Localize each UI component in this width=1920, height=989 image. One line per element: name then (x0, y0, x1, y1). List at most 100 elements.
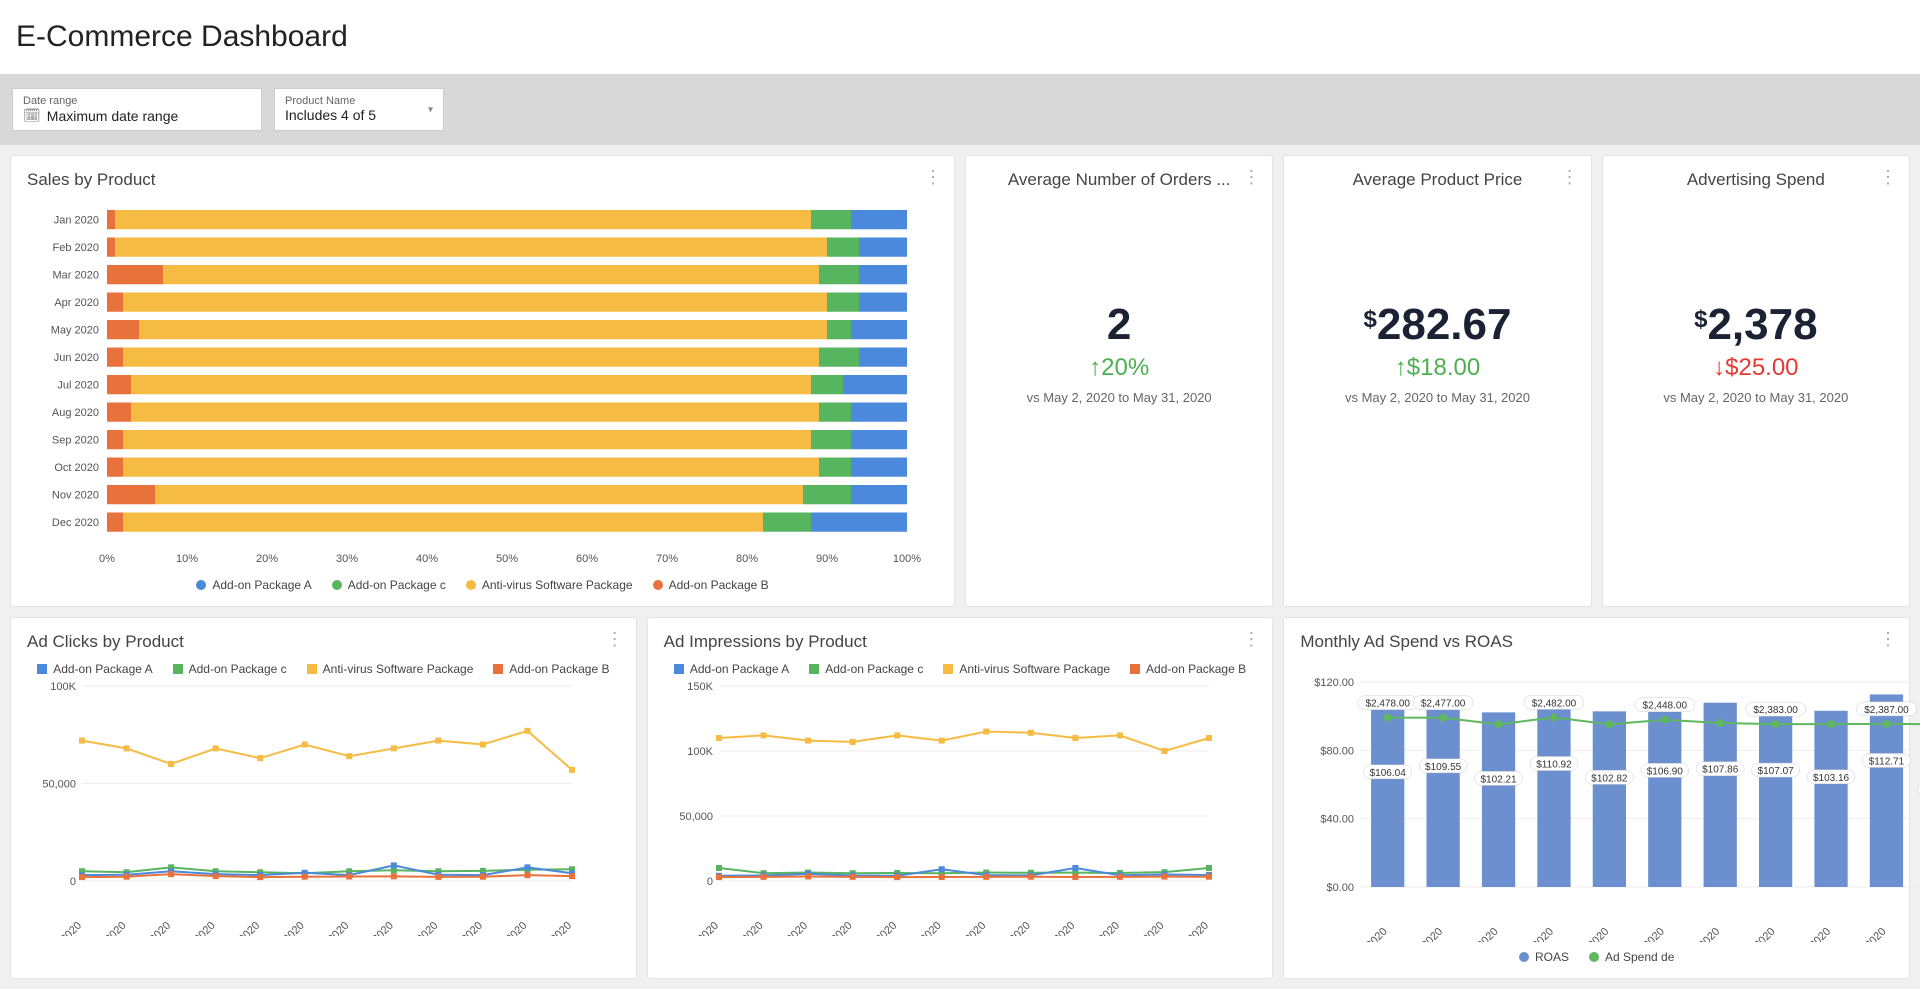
legend-item: Add-on Package B (493, 662, 609, 676)
svg-text:Sep 2020: Sep 2020 (1035, 920, 1077, 936)
chevron-down-icon: ▾ (428, 104, 433, 115)
svg-text:$110.92: $110.92 (1537, 760, 1573, 771)
svg-text:May 2020: May 2020 (1569, 926, 1612, 942)
svg-text:May 2020: May 2020 (220, 920, 263, 936)
ad-spend-card: Advertising Spend ⋮ $2,378 ↓$25.00 vs Ma… (1602, 155, 1910, 607)
svg-text:May 2020: May 2020 (51, 325, 99, 337)
svg-text:Aug 2020: Aug 2020 (1736, 926, 1778, 942)
svg-text:Jan 2020: Jan 2020 (54, 215, 99, 227)
svg-text:150K: 150K (687, 681, 713, 693)
card-title: Average Product Price (1300, 170, 1574, 190)
ad-impressions-card: Ad Impressions by Product ⋮ Add-on Packa… (647, 617, 1274, 979)
svg-text:Apr 2020: Apr 2020 (814, 920, 854, 936)
product-name-value: Includes 4 of 5 (285, 107, 376, 123)
svg-text:$2,383.00: $2,383.00 (1754, 705, 1799, 716)
svg-text:$2,448.00: $2,448.00 (1643, 701, 1688, 712)
svg-text:90%: 90% (816, 553, 838, 565)
svg-text:Mar 2020: Mar 2020 (1460, 926, 1501, 942)
svg-text:0: 0 (70, 876, 76, 888)
svg-text:Nov 2020: Nov 2020 (1903, 926, 1920, 942)
svg-text:Nov 2020: Nov 2020 (1124, 920, 1166, 936)
card-title: Monthly Ad Spend vs ROAS (1300, 632, 1893, 652)
avg-price-card: Average Product Price ⋮ $282.67 ↑$18.00 … (1283, 155, 1591, 607)
sales-legend: Add-on Package A Add-on Package c Anti-v… (27, 578, 938, 592)
svg-text:Apr 2020: Apr 2020 (178, 920, 218, 936)
page-title: E-Commerce Dashboard (16, 20, 1904, 54)
svg-text:$2,482.00: $2,482.00 (1532, 698, 1577, 709)
ad-impressions-chart: 050,000100K150KJan 2020Feb 2020Mar 2020A… (664, 676, 1224, 936)
filter-bar: Date range 🗓 Maximum date range Product … (0, 74, 1920, 145)
card-title: Ad Impressions by Product (664, 632, 1257, 652)
svg-text:Oct 2020: Oct 2020 (1849, 926, 1889, 942)
svg-text:$2,477.00: $2,477.00 (1421, 699, 1466, 710)
svg-text:Apr 2020: Apr 2020 (1516, 926, 1556, 942)
kpi-change: ↑$18.00 (1300, 354, 1574, 382)
svg-text:Jul 2020: Jul 2020 (950, 920, 988, 936)
ad-clicks-chart: 050,000100KJan 2020Feb 2020Mar 2020Apr 2… (27, 676, 587, 936)
more-icon[interactable]: ⋮ (1242, 168, 1260, 186)
svg-text:Mar 2020: Mar 2020 (53, 270, 99, 282)
kpi-compare: vs May 2, 2020 to May 31, 2020 (1619, 390, 1893, 405)
more-icon[interactable]: ⋮ (606, 630, 624, 648)
svg-text:80%: 80% (736, 553, 758, 565)
svg-text:$120.00: $120.00 (1315, 677, 1355, 689)
legend-item: Add-on Package B (1130, 662, 1246, 676)
kpi-change: ↑20% (982, 354, 1256, 382)
svg-text:Mar 2020: Mar 2020 (769, 920, 810, 936)
svg-text:Nov 2020: Nov 2020 (52, 490, 99, 502)
sales-chart: Jan 2020Feb 2020Mar 2020Apr 2020May 2020… (27, 200, 927, 570)
svg-text:Aug 2020: Aug 2020 (52, 407, 99, 419)
legend-item: Anti-virus Software Package (943, 662, 1110, 676)
svg-text:Feb 2020: Feb 2020 (1404, 926, 1445, 942)
svg-text:Nov 2020: Nov 2020 (488, 920, 530, 936)
kpi-value: $2,378 (1619, 300, 1893, 350)
roas-legend: ROAS Ad Spend de (1300, 950, 1893, 964)
legend-item: Add-on Package c (332, 578, 446, 592)
kpi-compare: vs May 2, 2020 to May 31, 2020 (1300, 390, 1574, 405)
svg-text:Jun 2020: Jun 2020 (903, 920, 943, 936)
date-range-filter[interactable]: Date range 🗓 Maximum date range (12, 88, 262, 131)
svg-text:Aug 2020: Aug 2020 (991, 920, 1033, 936)
svg-text:0%: 0% (99, 553, 115, 565)
date-range-label: Date range (23, 95, 251, 107)
svg-text:$0.00: $0.00 (1327, 882, 1355, 894)
svg-text:Sep 2020: Sep 2020 (1792, 926, 1834, 942)
more-icon[interactable]: ⋮ (924, 168, 942, 186)
svg-text:Jan 2020: Jan 2020 (680, 920, 720, 936)
svg-text:20%: 20% (256, 553, 278, 565)
svg-text:Feb 2020: Feb 2020 (724, 920, 765, 936)
svg-text:$109.55: $109.55 (1425, 762, 1462, 773)
legend-item: Ad Spend de (1589, 950, 1674, 964)
kpi-value: $282.67 (1300, 300, 1574, 350)
more-icon[interactable]: ⋮ (1561, 168, 1579, 186)
svg-text:Jan 2020: Jan 2020 (1350, 926, 1390, 942)
card-title: Ad Clicks by Product (27, 632, 620, 652)
kpi-compare: vs May 2, 2020 to May 31, 2020 (982, 390, 1256, 405)
roas-card: Monthly Ad Spend vs ROAS ⋮ $0.00$40.00$8… (1283, 617, 1910, 979)
more-icon[interactable]: ⋮ (1242, 630, 1260, 648)
ad-clicks-legend: Add-on Package A Add-on Package c Anti-v… (27, 662, 620, 676)
svg-text:Aug 2020: Aug 2020 (354, 920, 396, 936)
product-name-filter[interactable]: Product Name Includes 4 of 5 ▾ (274, 88, 444, 131)
svg-text:$103.16: $103.16 (1813, 773, 1850, 784)
more-icon[interactable]: ⋮ (1879, 168, 1897, 186)
svg-text:Feb 2020: Feb 2020 (53, 242, 99, 254)
legend-item: Add-on Package c (809, 662, 923, 676)
legend-item: Add-on Package c (173, 662, 287, 676)
svg-text:10%: 10% (176, 553, 198, 565)
svg-text:Oct 2020: Oct 2020 (54, 462, 99, 474)
svg-text:Oct 2020: Oct 2020 (1082, 920, 1122, 936)
legend-item: Add-on Package A (196, 578, 311, 592)
date-range-value: Maximum date range (47, 108, 179, 124)
ad-clicks-card: Ad Clicks by Product ⋮ Add-on Package A … (10, 617, 637, 979)
svg-text:Feb 2020: Feb 2020 (87, 920, 128, 936)
svg-text:Mar 2020: Mar 2020 (132, 920, 173, 936)
svg-text:Dec 2020: Dec 2020 (532, 920, 574, 936)
svg-text:Jun 2020: Jun 2020 (266, 920, 306, 936)
product-name-label: Product Name (285, 95, 433, 107)
svg-text:50,000: 50,000 (42, 779, 76, 791)
more-icon[interactable]: ⋮ (1879, 630, 1897, 648)
avg-orders-card: Average Number of Orders ... ⋮ 2 ↑20% vs… (965, 155, 1273, 607)
svg-text:Sep 2020: Sep 2020 (52, 435, 99, 447)
svg-text:50,000: 50,000 (679, 811, 713, 823)
